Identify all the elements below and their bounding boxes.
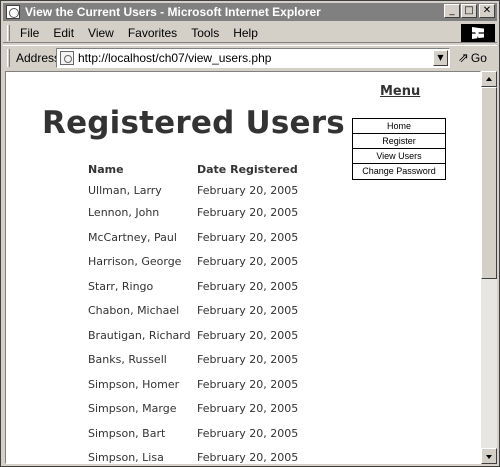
side-menu-view-users-link[interactable]: View Users [353,149,445,164]
page-icon [60,51,74,65]
page-title: Registered Users [42,105,345,141]
user-name: Ullman, Larry [88,183,162,197]
minimize-button[interactable]: _ [444,4,460,18]
menu-favorites[interactable]: Favorites [128,26,177,40]
menu-tools[interactable]: Tools [191,26,219,40]
go-label: Go [470,51,487,65]
scroll-up-button[interactable] [481,71,497,87]
user-date: February 20, 2005 [197,279,299,293]
table-row: Simpson, Homer February 20, 2005 [88,372,298,397]
title-bar[interactable]: View the Current Users - Microsoft Inter… [3,3,497,21]
browser-window: View the Current Users - Microsoft Inter… [0,0,500,467]
scrollbar-thumb[interactable] [481,87,497,279]
vertical-scrollbar[interactable] [481,71,497,464]
user-date: February 20, 2005 [197,328,299,342]
toolbar-grip[interactable] [7,24,10,41]
table-row: Banks, Russell February 20, 2005 [88,348,298,373]
user-date: February 20, 2005 [197,426,299,440]
go-arrow-icon: ⇗ [458,50,469,65]
address-url[interactable]: http://localhost/ch07/view_users.php [78,51,271,65]
windows-logo-icon [461,24,495,42]
user-name: Brautigan, Richard [88,328,191,342]
page-content: Registered Users Name Date Registered Ul… [5,71,481,464]
table-row: Ullman, Larry February 20, 2005 [88,176,298,201]
table-row: Chabon, Michael February 20, 2005 [88,299,298,324]
user-date: February 20, 2005 [197,451,299,464]
close-button[interactable]: ✕ [479,4,495,18]
table-row: Simpson, Marge February 20, 2005 [88,397,298,422]
user-date: February 20, 2005 [197,304,299,318]
user-name: Harrison, George [88,255,182,269]
chevron-down-icon[interactable]: ▼ [433,50,448,66]
table-row: Brautigan, Richard February 20, 2005 [88,323,298,348]
user-name: Simpson, Bart [88,426,166,440]
menu-file[interactable]: File [20,26,39,40]
user-date: February 20, 2005 [197,230,299,244]
toolbar-grip[interactable] [7,48,10,67]
user-name: Simpson, Homer [88,377,180,391]
table-header-row: Name Date Registered [88,162,298,176]
table-row: Starr, Ringo February 20, 2005 [88,274,298,299]
user-date: February 20, 2005 [197,206,299,220]
user-date: February 20, 2005 [197,402,299,416]
user-name: Simpson, Marge [88,402,177,416]
user-date: February 20, 2005 [197,255,299,269]
side-menu-register-link[interactable]: Register [353,134,445,149]
scroll-down-button[interactable] [481,448,497,464]
ie-page-icon[interactable] [6,5,20,19]
table-row: Simpson, Lisa February 20, 2005 [88,446,299,464]
table-row: Harrison, George February 20, 2005 [88,250,298,275]
go-button[interactable]: ⇗ Go [458,50,487,66]
table-row: Simpson, Bart February 20, 2005 [88,421,298,446]
user-date: February 20, 2005 [197,377,299,391]
menu-heading: Menu [380,84,421,99]
side-menu-change-password-link[interactable]: Change Password [353,164,445,179]
user-date: February 20, 2005 [197,353,299,367]
maximize-button[interactable]: □ [461,4,477,18]
user-name: Lennon, John [88,206,160,220]
table-row: McCartney, Paul February 20, 2005 [88,225,298,250]
window-controls: _ □ ✕ [443,4,495,18]
menu-bar: File Edit View Favorites Tools Help [3,23,497,43]
address-input[interactable]: http://localhost/ch07/view_users.php ▼ [56,48,450,68]
user-name: McCartney, Paul [88,230,177,244]
side-menu-home-link[interactable]: Home [353,119,445,134]
table-row: Lennon, John February 20, 2005 [88,201,298,226]
user-name: Simpson, Lisa [88,451,164,464]
address-bar: Address http://localhost/ch07/view_users… [3,45,497,69]
column-header-date: Date Registered [197,162,298,176]
user-date: February 20, 2005 [197,183,299,197]
user-name: Chabon, Michael [88,304,180,318]
users-table: Name Date Registered Ullman, Larry Februa… [88,162,298,464]
column-header-name: Name [88,162,124,176]
menu-edit[interactable]: Edit [53,26,74,40]
address-label: Address [16,50,61,65]
menu-view[interactable]: View [88,26,114,40]
side-menu: Home Register View Users Change Password [352,118,446,180]
menu-help[interactable]: Help [233,26,258,40]
user-name: Banks, Russell [88,353,167,367]
user-name: Starr, Ringo [88,279,154,293]
window-title: View the Current Users - Microsoft Inter… [25,5,321,19]
